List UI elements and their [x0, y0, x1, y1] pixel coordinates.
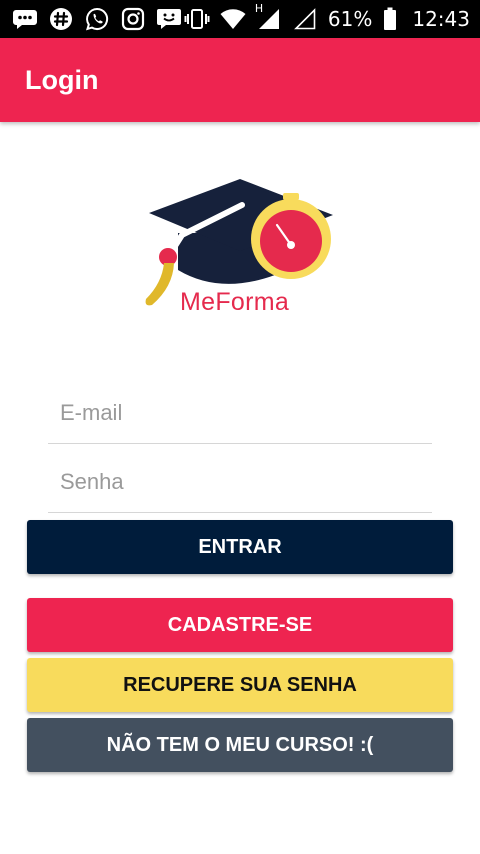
wifi-icon [220, 6, 246, 32]
whatsapp-icon [84, 6, 110, 32]
instagram-icon [120, 6, 146, 32]
vibrate-icon [184, 6, 210, 32]
login-button[interactable]: ENTRAR [27, 520, 453, 574]
password-field[interactable] [48, 451, 432, 513]
signal-h-label: H [254, 2, 264, 15]
battery-percent: 61% [327, 7, 373, 31]
missing-course-button[interactable]: NÃO TEM O MEU CURSO! :( [27, 718, 453, 772]
tassel-icon [145, 263, 174, 306]
chat-icon [156, 6, 182, 32]
battery-icon [382, 6, 398, 32]
logo-text: MeForma [180, 288, 290, 316]
email-field[interactable] [48, 382, 432, 444]
messages-icon [12, 6, 38, 32]
signal-empty-icon [292, 6, 318, 32]
app-bar: Login [0, 38, 480, 122]
signal-h-icon: H [255, 2, 282, 32]
notification-icons [12, 6, 182, 32]
recover-password-button[interactable]: RECUPERE SUA SENHA [27, 658, 453, 712]
clock: 12:43 [412, 7, 470, 31]
status-bar: H 61% 12:43 [0, 0, 480, 38]
signup-button[interactable]: CADASTRE-SE [27, 598, 453, 652]
page-title: Login [25, 64, 99, 95]
system-icons: H 61% 12:43 [184, 2, 470, 32]
slack-icon [48, 6, 74, 32]
